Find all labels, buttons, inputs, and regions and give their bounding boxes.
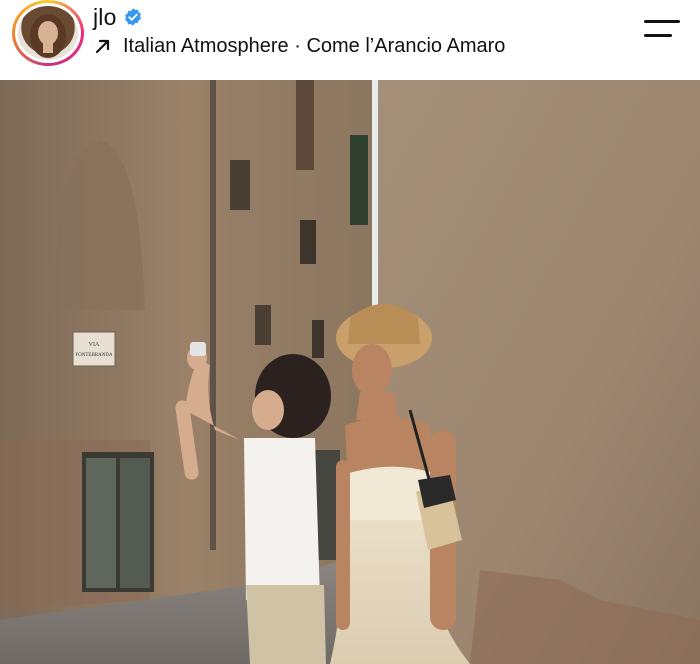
avatar (18, 6, 78, 60)
audio-artist: Italian Atmosphere (123, 34, 289, 57)
audio-separator: · (294, 34, 301, 57)
svg-text:FONTEBRANDA: FONTEBRANDA (75, 353, 113, 358)
verified-badge-icon (124, 8, 141, 26)
story-avatar[interactable] (12, 0, 84, 66)
post-photo[interactable]: VIA FONTEBRANDA (0, 80, 700, 664)
arrow-up-right-icon (95, 39, 110, 54)
svg-text:VIA: VIA (89, 342, 100, 348)
post-header: jlo Italian Atmosphere · Come l’Arancio … (0, 0, 700, 80)
menu-button[interactable] (640, 16, 682, 44)
instagram-post: jlo Italian Atmosphere · Come l’Arancio … (0, 0, 700, 664)
audio-title: Come l’Arancio Amaro (306, 34, 506, 57)
username[interactable]: jlo (93, 4, 117, 31)
audio-label: Italian Atmosphere · Come l’Arancio Amar… (123, 35, 505, 58)
username-row: jlo (93, 2, 143, 32)
post-image: VIA FONTEBRANDA (0, 80, 700, 664)
audio-link[interactable]: Italian Atmosphere · Come l’Arancio Amar… (93, 33, 505, 59)
